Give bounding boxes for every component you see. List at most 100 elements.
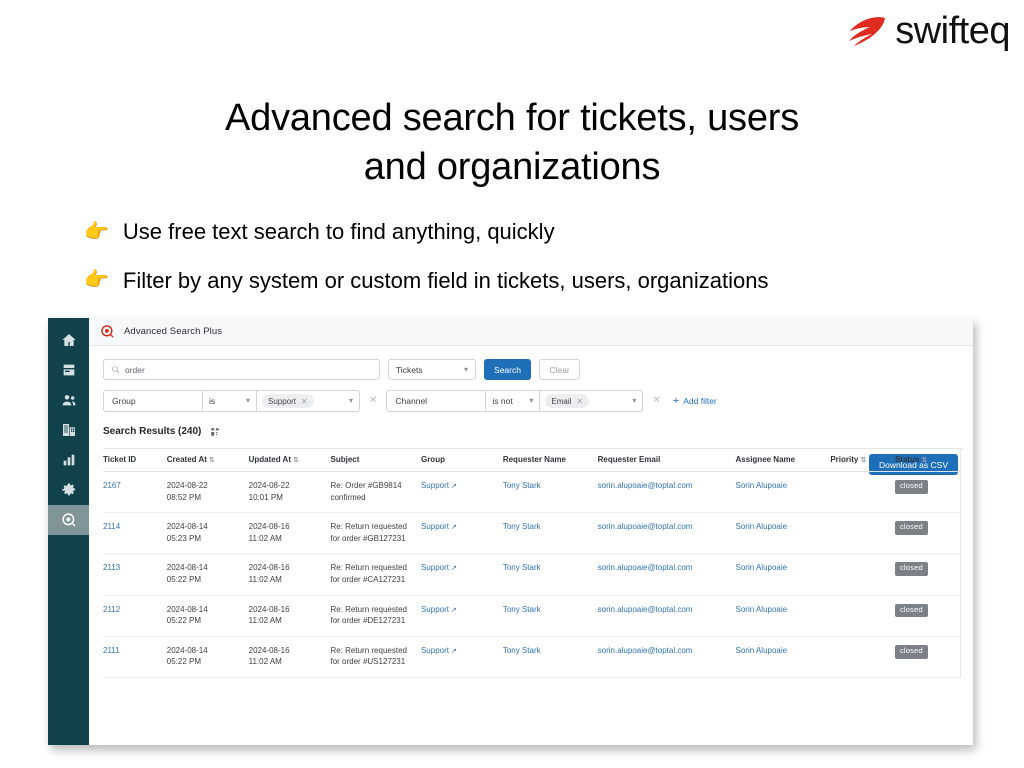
search-target-icon [101, 325, 114, 338]
table-row[interactable]: 2112 2024-08-14 05:22 PM 2024-08-16 11:02 AM… [103, 595, 964, 637]
columns-icon[interactable] [210, 427, 220, 437]
cell-requester-name[interactable]: Tony Stark [502, 512, 598, 555]
status-badge: closed [894, 480, 928, 494]
app-main: Advanced Search Plus order Tickets ▾ Sea… [89, 318, 973, 745]
column-header-subject[interactable]: Subject [330, 449, 421, 472]
sort-icon[interactable]: ⇅ [293, 457, 299, 464]
article-icon [63, 364, 74, 376]
filter-toolbar: Group is ▾ Support ✕ ▾ ✕ Channel is not … [103, 390, 973, 412]
close-icon[interactable]: ✕ [301, 397, 308, 406]
column-label: Group [420, 455, 445, 464]
column-label: Priority [830, 455, 859, 464]
sidebar-item-articles[interactable] [48, 355, 89, 385]
cell-priority [830, 636, 895, 678]
column-header-ticket-id[interactable]: Ticket ID [103, 449, 167, 472]
cell-status: closed [894, 595, 964, 637]
cell-group[interactable]: Support ↗ [420, 636, 503, 678]
column-header-priority[interactable]: Priority ⇅ [830, 449, 895, 472]
filter-operator-select[interactable]: is not ▾ [485, 390, 540, 412]
app-header: Advanced Search Plus [89, 318, 973, 346]
column-header-status[interactable]: Status ⇅ [894, 449, 964, 472]
cell-ticket-id[interactable]: 2111 [103, 636, 167, 678]
column-header-created-at[interactable]: Created At ⇅ [166, 449, 249, 472]
cell-requester-email[interactable]: sorin.alupoaie@toptal.com [597, 595, 736, 637]
search-icon [112, 366, 120, 374]
cell-requester-email[interactable]: sorin.alupoaie@toptal.com [597, 553, 736, 596]
cell-ticket-id[interactable]: 2113 [103, 553, 167, 596]
cell-updated-at: 2024-08-16 11:02 AM [248, 595, 331, 637]
cell-requester-email[interactable]: sorin.alupoaie@toptal.com [597, 636, 736, 678]
cell-requester-name[interactable]: Tony Stark [502, 595, 598, 637]
search-input[interactable]: order [103, 359, 380, 380]
brand-name: swifteq [895, 10, 1010, 52]
sidebar-item-advanced-search[interactable] [48, 505, 89, 535]
list-item: 👉 Use free text search to find anything,… [84, 218, 984, 246]
cell-group[interactable]: Support ↗ [420, 553, 503, 596]
column-label: Requester Name [502, 455, 566, 464]
cell-requester-name[interactable]: Tony Stark [502, 471, 598, 514]
sort-icon[interactable]: ⇅ [209, 457, 215, 464]
sort-icon[interactable]: ⇅ [921, 457, 927, 464]
cell-assignee-name[interactable]: Sorin Alupoaie [735, 471, 831, 514]
sidebar-item-reports[interactable] [48, 445, 89, 475]
cell-ticket-id[interactable]: 2112 [103, 595, 167, 637]
sidebar-item-settings[interactable] [48, 475, 89, 505]
search-target-icon [61, 513, 75, 527]
close-icon[interactable]: ✕ [576, 397, 583, 406]
cell-assignee-name[interactable]: Sorin Alupoaie [735, 553, 831, 596]
bar-chart-icon [63, 454, 74, 466]
column-header-updated-at[interactable]: Updated At ⇅ [248, 449, 331, 472]
cell-created-at: 2024-08-14 05:23 PM [166, 512, 249, 555]
column-label: Status [894, 455, 920, 464]
cell-assignee-name[interactable]: Sorin Alupoaie [735, 595, 831, 637]
cell-assignee-name[interactable]: Sorin Alupoaie [735, 512, 831, 555]
table-row[interactable]: 2114 2024-08-14 05:23 PM 2024-08-16 11:02 AM… [103, 512, 964, 555]
filter-field-select[interactable]: Channel [386, 390, 486, 412]
status-badge: closed [894, 644, 928, 659]
table-scrollbar[interactable] [960, 449, 964, 678]
table-row[interactable]: 2111 2024-08-14 05:22 PM 2024-08-16 11:02 AM… [103, 636, 964, 678]
filter-chip[interactable]: Email ✕ [545, 394, 590, 408]
column-header-group[interactable]: Group [420, 449, 503, 472]
cell-requester-email[interactable]: sorin.alupoaie@toptal.com [597, 471, 736, 514]
pointing-right-hand-icon: 👉 [84, 269, 109, 292]
filter-chip[interactable]: Support ✕ [262, 394, 314, 408]
chevron-down-icon: ▾ [245, 396, 250, 405]
column-header-requester-name[interactable]: Requester Name [502, 449, 598, 472]
cell-subject: Re: Return requested for order #CA127231 [330, 553, 421, 596]
status-badge: closed [894, 562, 928, 577]
filter-value-select[interactable]: Support ✕ ▾ [256, 390, 360, 412]
search-button[interactable]: Search [484, 359, 531, 380]
sort-icon[interactable]: ⇅ [860, 457, 866, 464]
cell-ticket-id[interactable]: 2167 [103, 471, 167, 514]
filter-operator-value: is not [492, 396, 513, 406]
filter-operator-select[interactable]: is ▾ [202, 390, 256, 412]
cell-group[interactable]: Support ↗ [420, 471, 503, 514]
cell-requester-name[interactable]: Tony Stark [502, 553, 598, 596]
sidebar-item-organizations[interactable] [48, 415, 89, 445]
cell-requester-email[interactable]: sorin.alupoaie@toptal.com [597, 512, 736, 555]
table-header-row: Ticket ID Created At ⇅ Updated At ⇅ Subjec… [103, 449, 964, 472]
cell-status: closed [894, 512, 964, 555]
cell-group[interactable]: Support ↗ [420, 512, 503, 555]
sidebar-item-home[interactable] [48, 325, 89, 355]
sidebar-item-users[interactable] [48, 385, 89, 415]
remove-filter-button[interactable]: ✕ [360, 396, 386, 406]
add-filter-button[interactable]: + Add filter [673, 395, 717, 407]
bullet-list: 👉 Use free text search to find anything,… [84, 218, 984, 315]
remove-filter-button[interactable]: ✕ [643, 396, 669, 406]
cell-requester-name[interactable]: Tony Stark [502, 636, 598, 678]
cell-ticket-id[interactable]: 2114 [103, 512, 167, 555]
column-header-assignee-name[interactable]: Assignee Name [735, 449, 831, 472]
cell-group[interactable]: Support ↗ [420, 595, 503, 637]
table-row[interactable]: 2113 2024-08-14 05:22 PM 2024-08-16 11:02 AM… [103, 553, 964, 596]
app-content: order Tickets ▾ Search Clear Group is ▾ [89, 346, 973, 745]
table-row[interactable]: 2167 2024-08-22 08:52 PM 2024-08-22 10:01 PM… [103, 471, 964, 514]
cell-assignee-name[interactable]: Sorin Alupoaie [735, 636, 831, 678]
gear-icon [61, 483, 75, 496]
entity-type-select[interactable]: Tickets ▾ [388, 359, 476, 380]
clear-button[interactable]: Clear [539, 359, 580, 380]
filter-field-select[interactable]: Group [103, 390, 202, 412]
column-header-requester-email[interactable]: Requester Email [597, 449, 736, 472]
filter-value-select[interactable]: Email ✕ ▾ [539, 390, 644, 412]
